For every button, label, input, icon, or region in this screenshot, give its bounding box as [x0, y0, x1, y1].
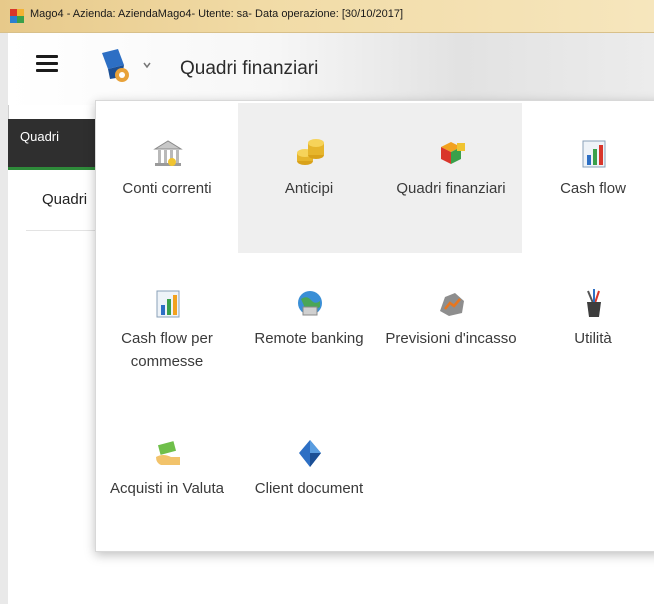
- bar-chart-icon: [156, 290, 180, 318]
- menu-item-label: Cash flow: [560, 180, 626, 197]
- menu-item-label: Cash flow per commesse: [121, 330, 213, 370]
- menu-item-cash-flow[interactable]: Cash flow: [522, 103, 654, 253]
- menu-item-utilita[interactable]: Utilità: [522, 253, 654, 403]
- gold-coins-icon: [297, 139, 324, 165]
- menu-item-client-document[interactable]: Client document: [238, 403, 380, 553]
- menu-item-label: Remote banking: [254, 330, 364, 347]
- menu-item-label: Quadri finanziari: [396, 180, 506, 197]
- chevron-down-icon[interactable]: [141, 59, 153, 71]
- menu-item-label: Utilità: [574, 330, 612, 347]
- page-heading: Quadri: [42, 191, 88, 208]
- colored-cubes-icon: [441, 142, 465, 164]
- window-titlebar[interactable]: Mago4 - Azienda: AziendaMago4- Utente: s…: [0, 0, 654, 33]
- window-title: Mago4 - Azienda: AziendaMago4- Utente: s…: [30, 8, 404, 20]
- menu-item-remote-banking[interactable]: Remote banking: [238, 253, 380, 403]
- bank-building-icon: [153, 140, 183, 166]
- menu-item-quadri-finanziari[interactable]: Quadri finanziari: [380, 103, 522, 253]
- menu-item-label: Conti correnti: [122, 180, 212, 197]
- globe-bank-icon: [298, 291, 322, 316]
- menu-item-previsioni-incasso[interactable]: Previsioni d'incasso: [380, 253, 522, 403]
- hamburger-menu-icon[interactable]: [36, 55, 58, 75]
- divider: [26, 230, 96, 231]
- menu-item-conti-correnti[interactable]: Conti correnti: [96, 103, 238, 253]
- page-title: Quadri finanziari: [180, 58, 319, 79]
- menu-item-label: Acquisti in Valuta: [110, 480, 224, 497]
- forecast-rock-icon: [440, 293, 464, 316]
- module-menu-popup: Conti correnti Anticipi Quadri finanziar…: [95, 100, 654, 552]
- app-header: Quadri finanziari: [8, 33, 654, 105]
- menu-item-acquisti-valuta[interactable]: Acquisti in Valuta: [96, 403, 238, 553]
- module-logo-icon[interactable]: [94, 47, 134, 87]
- menu-item-cash-flow-commesse[interactable]: Cash flow per commesse: [96, 253, 238, 403]
- menu-item-label: Anticipi: [284, 180, 334, 197]
- menu-item-label: Previsioni d'incasso: [385, 330, 517, 347]
- tab-quadri[interactable]: Quadri: [20, 129, 59, 144]
- bar-chart-icon: [582, 140, 606, 168]
- menu-item-label: Client document: [254, 480, 364, 497]
- menu-item-anticipi[interactable]: Anticipi: [238, 103, 380, 253]
- document-diamond-icon: [299, 440, 321, 467]
- money-hand-icon: [156, 441, 180, 465]
- app-icon: [10, 9, 24, 23]
- tools-cup-icon: [587, 289, 601, 317]
